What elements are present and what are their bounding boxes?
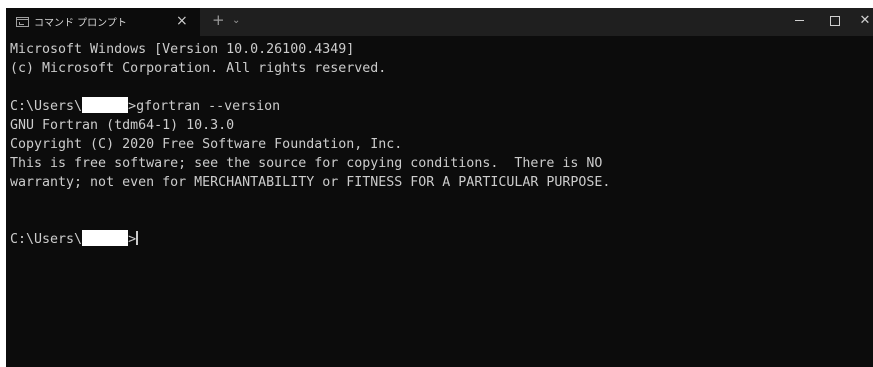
redacted-username [82, 97, 129, 113]
tab-close-button[interactable]: × [176, 12, 188, 30]
title-bar[interactable]: コマンド プロンプト × + ⌄ ✕ [6, 8, 873, 36]
terminal-window: コマンド プロンプト × + ⌄ ✕ Microsoft Windows [Ve… [6, 8, 873, 367]
console-line: (c) Microsoft Corporation. All rights re… [10, 61, 387, 76]
maximize-button[interactable] [819, 8, 851, 36]
close-window-button[interactable]: ✕ [849, 8, 873, 36]
minimize-button[interactable] [783, 8, 815, 36]
console-line: warranty; not even for MERCHANTABILITY o… [10, 175, 611, 190]
console-icon [16, 17, 29, 27]
prompt-path: C:\Users\ [10, 232, 83, 247]
tab-command-prompt[interactable]: コマンド プロンプト × [6, 8, 200, 36]
console-line: Microsoft Windows [Version 10.0.26100.43… [10, 42, 355, 57]
redacted-username [82, 230, 129, 246]
console-prompt-line: C:\Users\ >gfortran --version [10, 97, 873, 116]
console-prompt-line[interactable]: C:\Users\ > [10, 230, 873, 249]
new-tab-button[interactable]: + [212, 11, 225, 29]
command-text: >gfortran --version [128, 99, 281, 114]
tab-title: コマンド プロンプト [34, 18, 127, 29]
console-output[interactable]: Microsoft Windows [Version 10.0.26100.43… [6, 40, 873, 249]
console-line: This is free software; see the source fo… [10, 156, 603, 171]
console-line: GNU Fortran (tdm64-1) 10.3.0 [10, 118, 235, 133]
tab-dropdown-button[interactable]: ⌄ [232, 11, 240, 31]
text-cursor [136, 231, 139, 245]
prompt-symbol: > [128, 232, 137, 247]
minimize-icon [794, 20, 804, 21]
prompt-path: C:\Users\ [10, 99, 83, 114]
console-line: Copyright (C) 2020 Free Software Foundat… [10, 137, 403, 152]
maximize-icon [830, 15, 840, 26]
